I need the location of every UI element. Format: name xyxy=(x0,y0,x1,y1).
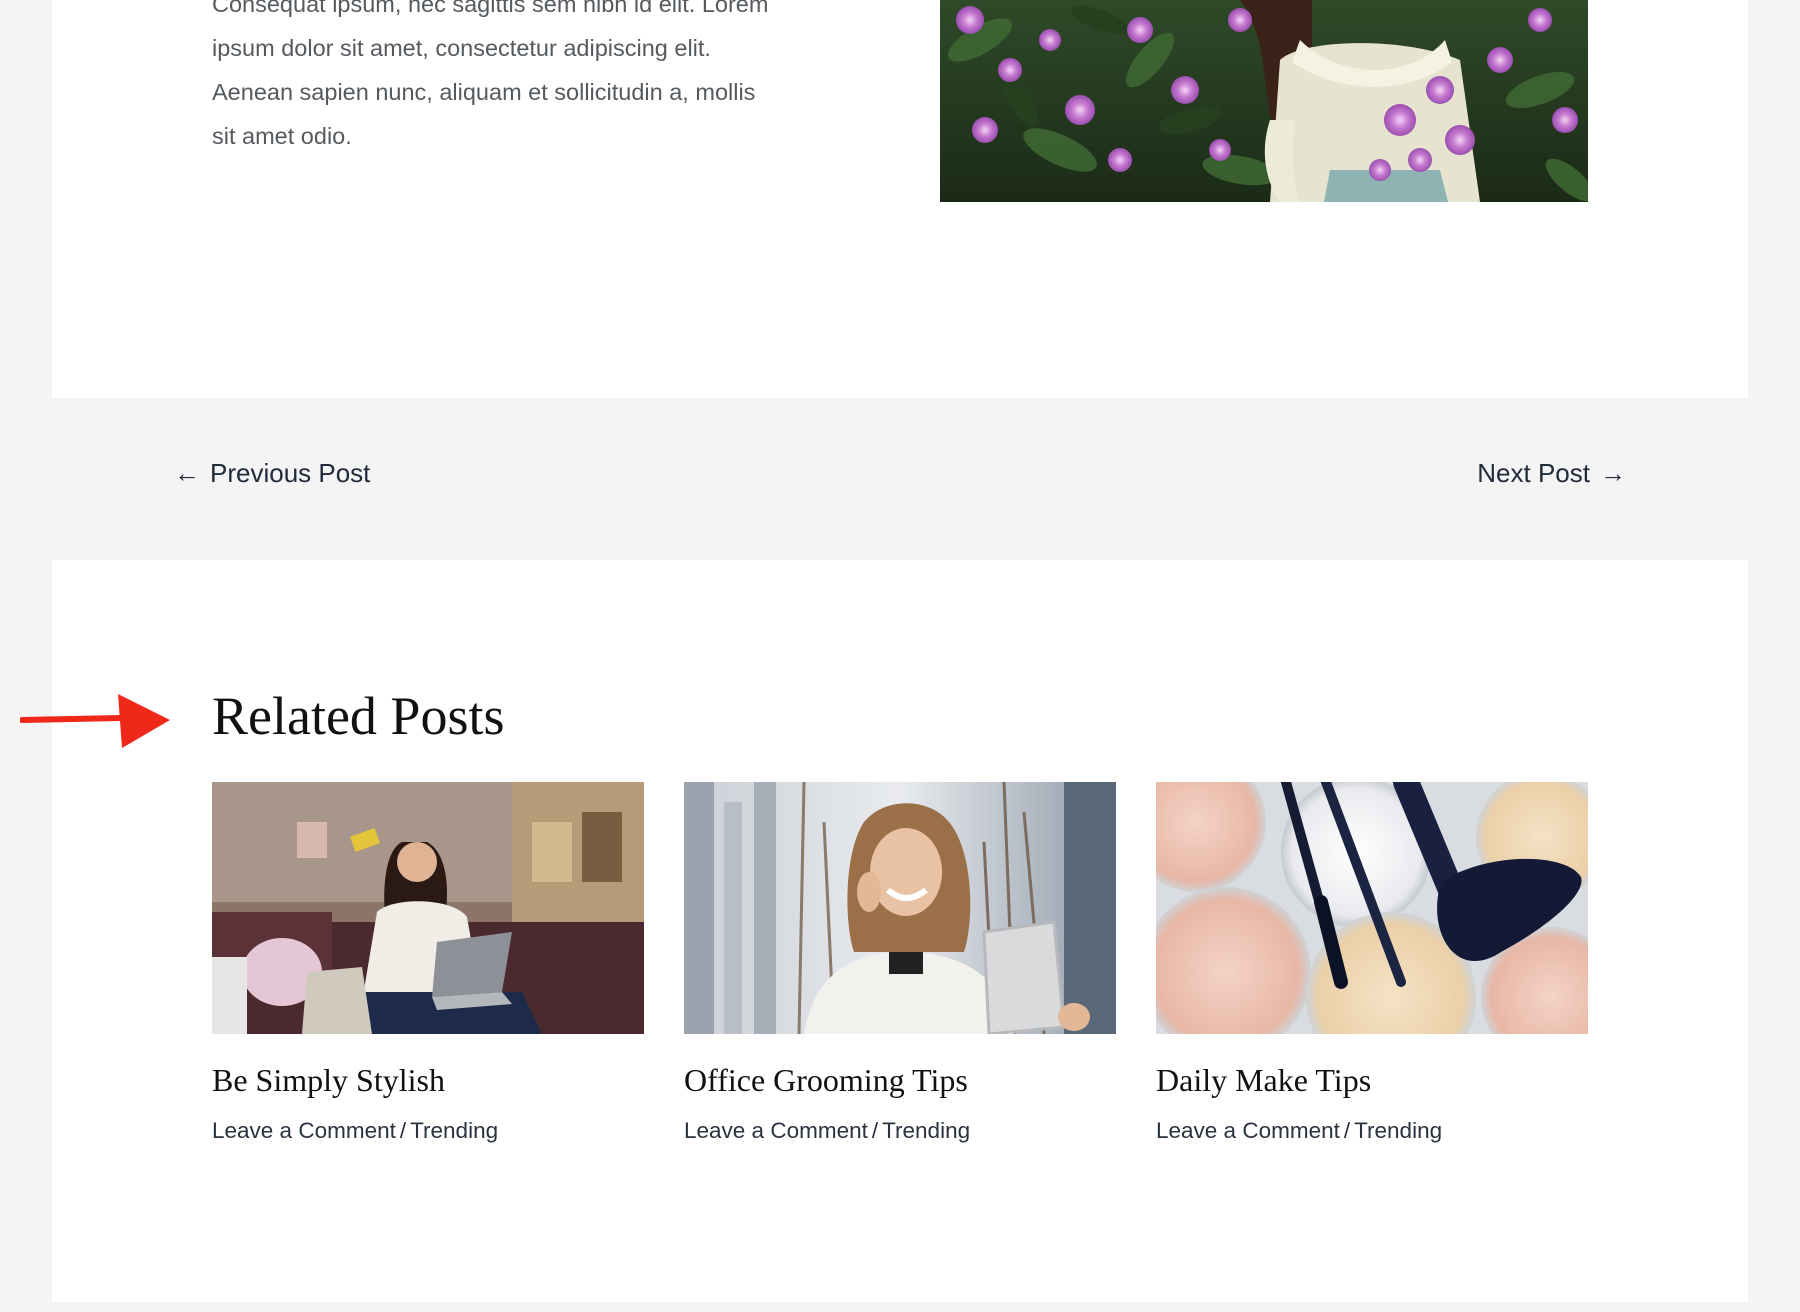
related-post-meta: Leave a Comment / Trending xyxy=(684,1116,970,1146)
article-line: sit amet odio. xyxy=(212,123,352,149)
related-post-meta: Leave a Comment / Trending xyxy=(1156,1116,1442,1146)
leave-comment-link[interactable]: Leave a Comment xyxy=(1156,1118,1340,1143)
makeup-powders-and-brushes-photo xyxy=(1156,782,1588,1034)
article-line: ipsum dolor sit amet, consectetur adipis… xyxy=(212,35,711,61)
related-post-meta: Leave a Comment / Trending xyxy=(212,1116,498,1146)
article-content-card: Consequat ipsum, nec sagittis sem nibh i… xyxy=(52,0,1748,398)
related-posts-section: Related Posts Be Simply Stylish Leave a … xyxy=(52,560,1748,1302)
woman-with-purple-flowers-photo xyxy=(940,0,1588,202)
article-line: Aenean sapien nunc, aliquam et sollicitu… xyxy=(212,79,756,105)
related-posts-grid: Be Simply Stylish Leave a Comment / Trendi… xyxy=(212,782,1588,1182)
related-post-title[interactable]: Daily Make Tips xyxy=(1156,1060,1371,1100)
category-link[interactable]: Trending xyxy=(882,1118,970,1143)
next-post-label: Next Post xyxy=(1477,458,1590,488)
meta-separator: / xyxy=(1343,1118,1351,1143)
related-post-card: Office Grooming Tips Leave a Comment / Tre… xyxy=(684,782,1116,1143)
woman-on-phone-with-tablet-photo xyxy=(684,782,1116,1034)
arrow-left-icon: ← xyxy=(174,458,200,488)
arrow-shaft xyxy=(20,715,123,723)
arrow-head xyxy=(118,694,170,748)
meta-separator: / xyxy=(871,1118,879,1143)
arrow-right-icon: → xyxy=(1600,458,1626,488)
related-post-card: Be Simply Stylish Leave a Comment / Trendi… xyxy=(212,782,644,1143)
related-post-thumbnail[interactable] xyxy=(1156,782,1588,1034)
meta-separator: / xyxy=(399,1118,407,1143)
category-link[interactable]: Trending xyxy=(410,1118,498,1143)
related-post-thumbnail[interactable] xyxy=(212,782,644,1034)
woman-shopping-online-photo xyxy=(212,782,644,1034)
leave-comment-link[interactable]: Leave a Comment xyxy=(212,1118,396,1143)
article-image xyxy=(940,0,1588,202)
related-post-thumbnail[interactable] xyxy=(684,782,1116,1034)
related-post-card: Daily Make Tips Leave a Comment / Trending xyxy=(1156,782,1588,1143)
red-arrow-icon xyxy=(20,694,170,748)
previous-post-label: Previous Post xyxy=(210,458,371,488)
article-paragraph: Consequat ipsum, nec sagittis sem nibh i… xyxy=(212,0,872,158)
post-navigation: ← Previous Post Next Post → xyxy=(52,398,1748,560)
next-post-link[interactable]: Next Post → xyxy=(1477,456,1626,490)
leave-comment-link[interactable]: Leave a Comment xyxy=(684,1118,868,1143)
category-link[interactable]: Trending xyxy=(1354,1118,1442,1143)
related-post-title[interactable]: Office Grooming Tips xyxy=(684,1060,968,1100)
related-post-title[interactable]: Be Simply Stylish xyxy=(212,1060,445,1100)
related-posts-heading: Related Posts xyxy=(212,686,505,746)
article-line: Consequat ipsum, nec sagittis sem nibh i… xyxy=(212,0,769,17)
previous-post-link[interactable]: ← Previous Post xyxy=(174,456,370,490)
